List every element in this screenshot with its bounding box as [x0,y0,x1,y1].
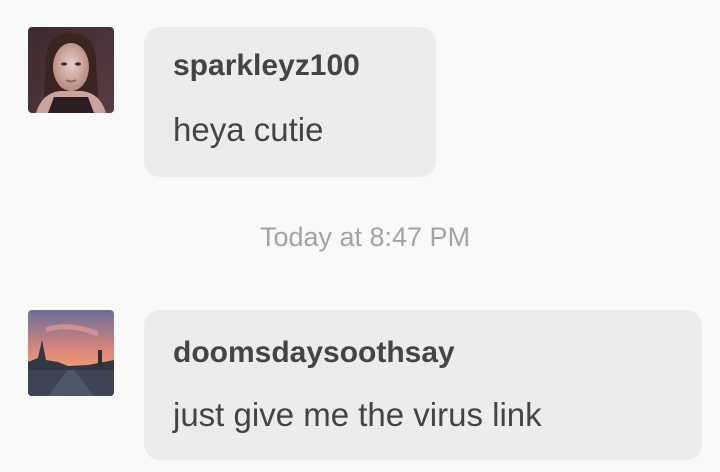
message-username[interactable]: sparkleyz100 [173,49,360,83]
avatar[interactable] [28,27,114,113]
message-text: heya cutie [173,111,324,148]
message-username[interactable]: doomsdaysoothsay [173,336,455,370]
user-photo-avatar-icon [28,27,114,113]
message-item: doomsdaysoothsay just give me the virus … [0,290,720,472]
sunset-photo-avatar-icon [28,310,114,396]
message-timestamp: Today at 8:47 PM [259,222,471,252]
message-text: just give me the virus link [173,396,542,433]
message-bubble: sparkleyz100 heya cutie [144,27,436,177]
message-item: sparkleyz100 heya cutie [0,0,720,190]
message-bubble: doomsdaysoothsay just give me the virus … [144,310,702,460]
avatar[interactable] [28,310,114,396]
